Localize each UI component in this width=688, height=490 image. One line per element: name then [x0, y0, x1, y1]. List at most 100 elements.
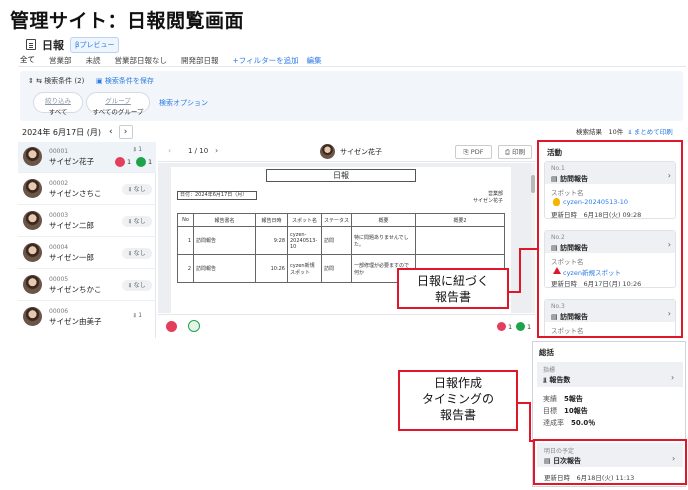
plan-title-text: 日次報告 — [553, 457, 582, 465]
prev-page-button[interactable]: ‹ — [168, 146, 171, 155]
edit-link[interactable]: 編集 — [307, 55, 322, 66]
user-row[interactable]: 00006 サイゼン由美子 ⫫ 1 — [18, 302, 156, 333]
activity-type: ▤ 訪問報告 — [551, 313, 589, 321]
avatar — [23, 211, 42, 230]
activity-no: No.1 — [551, 165, 565, 172]
activity-title: 活動 — [547, 148, 562, 157]
metric-title: ⫫ 報告数 — [543, 376, 571, 384]
col-header: 概要2 — [415, 213, 505, 227]
viewer-user-name: サイゼン花子 — [340, 148, 382, 156]
avatar — [320, 144, 335, 159]
narrow-filter-value: すべて — [48, 108, 68, 116]
tab-sales[interactable]: 営業部 — [49, 55, 72, 66]
activity-panel: 活動 No.1 ▤ 訪問報告 › スポット名 cyzen-20240513-10… — [537, 140, 683, 338]
rate-label: 達成率 — [543, 419, 564, 427]
add-filter-link[interactable]: +フィルターを追加 — [233, 55, 299, 66]
cell: 訪問 — [321, 254, 352, 283]
col-header: スポット名 — [287, 213, 322, 227]
bulk-print-link[interactable]: ⫫ まとめて印刷 — [628, 126, 673, 137]
search-condition-toggle[interactable]: ⇕ ⇆ 検索条件 (2) — [28, 76, 84, 86]
doc-person-text: サイゼン花子 — [472, 198, 503, 204]
activity-type-text: 訪問報告 — [560, 313, 589, 321]
status-badge: ⫫ なし — [122, 280, 152, 291]
app-title: 日報 — [42, 39, 64, 52]
chat-icon — [516, 322, 525, 331]
user-row[interactable]: 00001 サイゼン花子 ⫫ 1 1 1 — [18, 142, 156, 173]
search-options-link[interactable]: 検索オプション — [159, 98, 208, 108]
annotation-callout-linked-reports: 日報に紐づく 報告書 — [397, 268, 509, 309]
tab-dev-report[interactable]: 開発部日報 — [181, 55, 219, 66]
page-heading: 管理サイト：日報閲覧画面 — [10, 10, 245, 32]
activity-card[interactable]: No.2 ▤ 訪問報告 › スポット名 cyzen新規スポット 更新日時 6月1… — [544, 230, 676, 288]
preview-badge[interactable]: βプレビュー — [70, 37, 120, 53]
user-id: 00006 — [49, 308, 69, 315]
user-name: サイゼン花子 — [49, 157, 94, 166]
avatar — [23, 243, 42, 262]
chat-icon — [136, 157, 146, 167]
cell: 1 — [177, 226, 194, 255]
next-page-button[interactable]: › — [215, 146, 218, 155]
print-button[interactable]: ⎙ 印刷 — [498, 145, 532, 159]
cell: 訪問報告 — [193, 254, 256, 283]
doc-dept-text: 営業部 — [487, 191, 503, 197]
narrow-filter-pill[interactable]: 絞り込み すべて — [33, 92, 83, 116]
scrollbar-thumb[interactable] — [531, 175, 535, 193]
cell: cyzen-20240513-10 — [287, 226, 322, 255]
warning-icon — [553, 267, 561, 274]
spot-link[interactable]: cyzen新規スポット — [563, 267, 621, 277]
status-text: なし — [133, 186, 146, 193]
chevron-right-icon: › — [672, 454, 676, 463]
target-line: 目標 10報告 — [543, 406, 588, 416]
spot-link[interactable]: cyzen-20240513-10 — [563, 198, 628, 206]
activity-card[interactable]: No.3 ▤ 訪問報告 › スポット名 — [544, 299, 676, 336]
comment-button[interactable] — [188, 320, 200, 332]
spot-label: スポット名 — [551, 327, 584, 335]
col-header: No — [177, 213, 194, 227]
tab-sales-no-report[interactable]: 営業部日報なし — [115, 55, 168, 66]
summary-title: 総括 — [539, 348, 554, 357]
status-text: なし — [133, 250, 146, 257]
updated-at: 更新日時 6月17日(月) 10:26 — [551, 280, 642, 288]
user-row[interactable]: 00003 サイゼン二郎 ⫫ なし — [18, 206, 156, 237]
viewer-footer: 1 1 — [158, 314, 535, 338]
group-filter-pill[interactable]: グループ すべてのグループ — [86, 92, 150, 116]
prev-date-button[interactable]: ‹ — [109, 127, 113, 137]
plan-title: ▤ 日次報告 — [544, 457, 582, 465]
plan-card[interactable]: 明日の予定 ▤ 日次報告 › 更新日時 6月18日(火) 11:13 — [533, 439, 687, 485]
metric-category: 指標 — [543, 367, 556, 374]
annotation-connector — [529, 440, 534, 442]
user-id: 00005 — [49, 276, 69, 283]
chevron-right-icon: › — [667, 240, 671, 249]
user-count-value: 1 — [138, 312, 143, 319]
cell: cyzen新規スポット — [287, 254, 322, 283]
date-navigator: 2024年 6月17日 (月) ‹ › — [22, 125, 133, 139]
cell: 10:26 — [255, 254, 288, 283]
plan-updated-at: 更新日時 6月18日(火) 11:13 — [544, 474, 635, 482]
tab-unread[interactable]: 未読 — [86, 55, 101, 66]
page-indicator: 1 / 10 — [188, 147, 209, 155]
save-condition-link[interactable]: ▣ 検索条件を保存 — [96, 76, 154, 86]
cell: 特に問題ありませんでした。 — [351, 226, 416, 255]
doc-table-header: No 報告書名 報告日時 スポット名 ステータス 概要 概要2 — [177, 213, 505, 227]
activity-no: No.3 — [551, 303, 565, 310]
heart-icon — [115, 157, 125, 167]
activity-card[interactable]: No.1 ▤ 訪問報告 › スポット名 cyzen-20240513-10 更新… — [544, 161, 676, 219]
pdf-button[interactable]: ⎘ PDF — [455, 145, 492, 159]
next-date-button[interactable]: › — [118, 125, 133, 139]
print-label: 印刷 — [512, 148, 526, 156]
user-id: 00004 — [49, 244, 69, 251]
user-id: 00003 — [49, 212, 69, 219]
spot-label: スポット名 — [551, 258, 584, 266]
status-text: なし — [133, 282, 146, 289]
user-count: ⫫ 1 — [133, 312, 143, 319]
doc-date: 日付：2024年6月17日（月） — [177, 191, 257, 200]
chevron-right-icon: › — [671, 373, 675, 382]
summary-panel: 総括 指標 ⫫ 報告数 › 実績 5報告 目標 10報告 達成率 50.0％ 明… — [532, 341, 687, 487]
activity-type-text: 訪問報告 — [560, 244, 589, 252]
user-row[interactable]: 00004 サイゼン一郎 ⫫ なし — [18, 238, 156, 269]
chevron-right-icon: › — [667, 171, 671, 180]
user-row[interactable]: 00002 サイゼンさちこ ⫫ なし — [18, 174, 156, 205]
user-row[interactable]: 00005 サイゼンちかこ ⫫ なし — [18, 270, 156, 301]
callout-line: 報告書 — [439, 408, 476, 422]
like-button[interactable] — [166, 321, 177, 332]
